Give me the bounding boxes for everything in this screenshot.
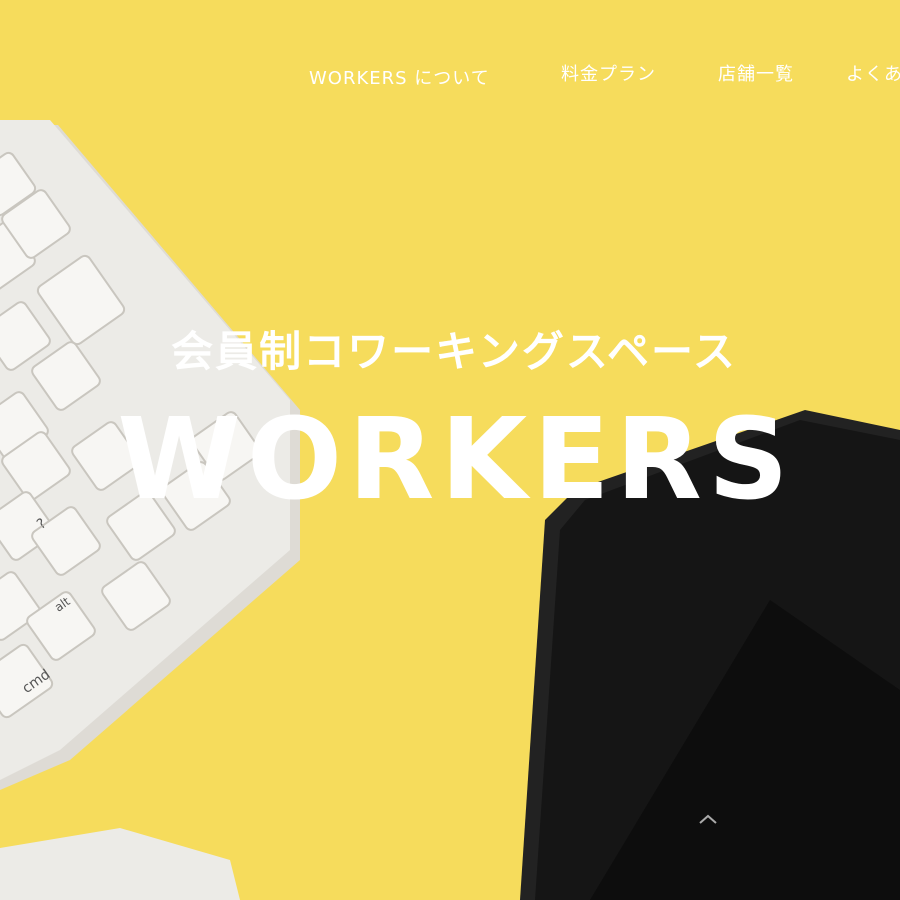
nav-item-faq[interactable]: よくあ [846,60,900,86]
hero-title: WORKERS [117,395,795,525]
top-navigation: WORKERS について 料金プラン 店舗一覧 よくあ [0,58,900,92]
hero-subtitle: 会員制コワーキングスペース [171,327,737,376]
nav-item-stores[interactable]: 店舗一覧 [718,60,794,86]
nav-item-about[interactable]: WORKERS について [309,64,490,90]
hero-section: cmd alt ? WORKERS について 料金プラン 店舗一覧 よくあ 会員… [0,0,900,900]
nav-item-pricing[interactable]: 料金プラン [561,60,656,86]
